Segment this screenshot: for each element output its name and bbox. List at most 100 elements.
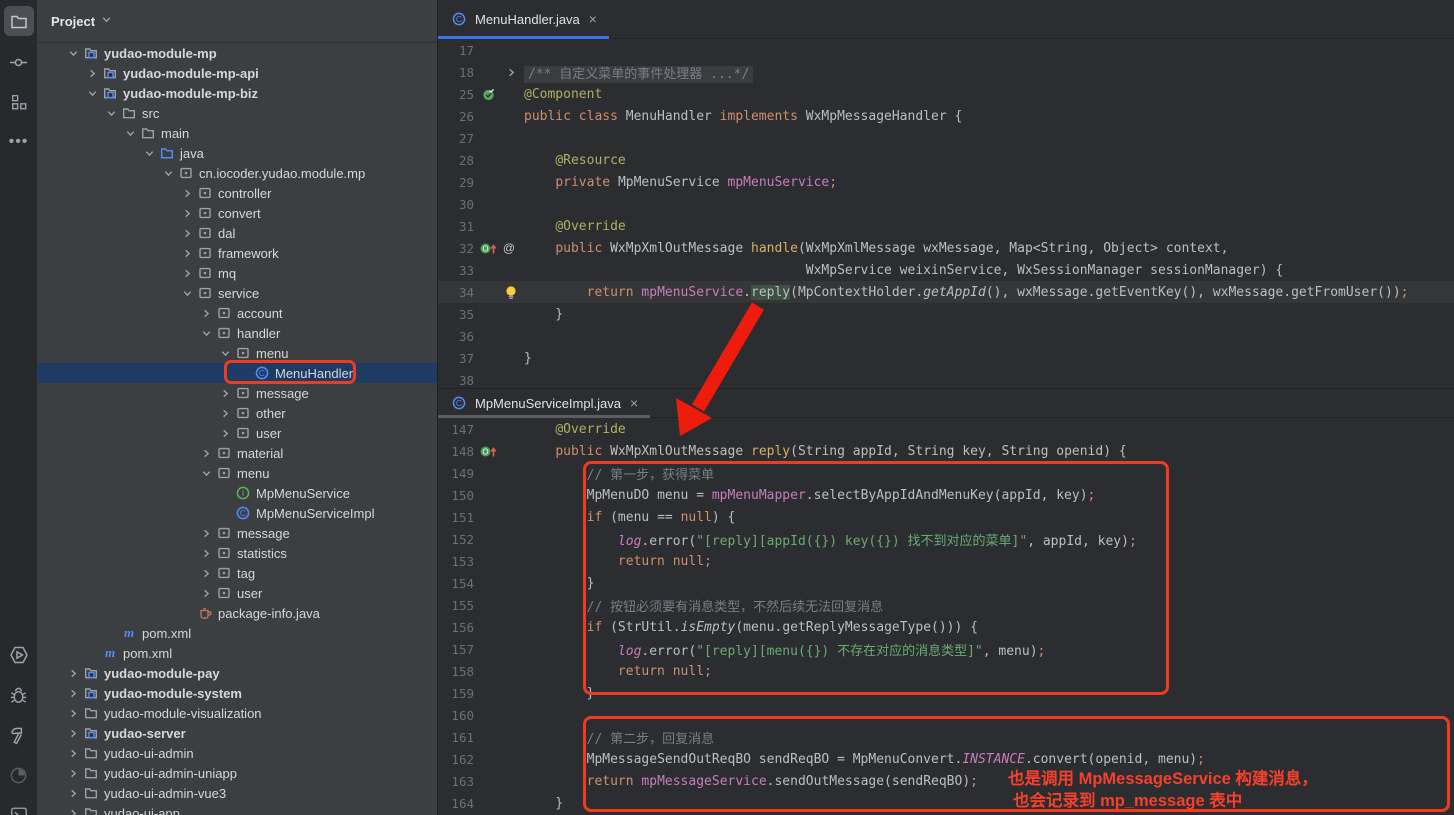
code-line-156[interactable]: 156 if (StrUtil.isEmpty(menu.getReplyMes… <box>438 616 1454 638</box>
tree-item-service[interactable]: service <box>37 283 437 303</box>
tree-item-menuhandler[interactable]: CMenuHandler <box>37 363 437 383</box>
code-line-28[interactable]: 28 @Resource <box>438 149 1454 171</box>
chevron-right-icon[interactable] <box>197 585 215 601</box>
tree-item-yudao-ui-admin-vue3[interactable]: yudao-ui-admin-vue3 <box>37 783 437 803</box>
tree-item-mpmenuservice[interactable]: IMpMenuService <box>37 483 437 503</box>
code-line-163[interactable]: 163 return mpMessageService.sendOutMessa… <box>438 770 1454 792</box>
tree-item-yudao-module-mp[interactable]: yudao-module-mp <box>37 43 437 63</box>
chevron-down-icon[interactable] <box>64 45 82 61</box>
tree-item-menu[interactable]: menu <box>37 343 437 363</box>
code-line-161[interactable]: 161 // 第二步，回复消息 <box>438 726 1454 748</box>
activity-button-commit[interactable] <box>0 47 37 77</box>
tree-item-yudao-module-system[interactable]: yudao-module-system <box>37 683 437 703</box>
chevron-right-icon[interactable] <box>64 725 82 741</box>
code-line-164[interactable]: 164 } <box>438 792 1454 814</box>
chevron-right-icon[interactable] <box>178 185 196 201</box>
tree-item-user[interactable]: user <box>37 583 437 603</box>
tree-item-other[interactable]: other <box>37 403 437 423</box>
code-line-37[interactable]: 37} <box>438 347 1454 369</box>
code-line-27[interactable]: 27 <box>438 127 1454 149</box>
tree-item-src[interactable]: src <box>37 103 437 123</box>
code-line-34[interactable]: 34 return mpMenuService.reply(MpContextH… <box>438 281 1454 303</box>
tree-item-package-info-java[interactable]: package-info.java <box>37 603 437 623</box>
code-line-36[interactable]: 36 <box>438 325 1454 347</box>
chevron-down-icon[interactable] <box>101 12 112 30</box>
activity-button-structure[interactable] <box>0 87 37 117</box>
chevron-down-icon[interactable] <box>197 465 215 481</box>
code-line-151[interactable]: 151 if (menu == null) { <box>438 506 1454 528</box>
tree-item-framework[interactable]: framework <box>37 243 437 263</box>
tree-item-handler[interactable]: handler <box>37 323 437 343</box>
code-line-147[interactable]: 147 @Override <box>438 418 1454 440</box>
chevron-down-icon[interactable] <box>216 345 234 361</box>
chevron-right-icon[interactable] <box>197 565 215 581</box>
chevron-down-icon[interactable] <box>102 105 120 121</box>
chevron-right-icon[interactable] <box>197 525 215 541</box>
tree-item-convert[interactable]: convert <box>37 203 437 223</box>
tree-item-dal[interactable]: dal <box>37 223 437 243</box>
chevron-right-icon[interactable] <box>64 665 82 681</box>
tree-item-yudao-ui-admin[interactable]: yudao-ui-admin <box>37 743 437 763</box>
close-tab-icon[interactable]: × <box>587 10 599 28</box>
chevron-right-icon[interactable] <box>197 305 215 321</box>
tree-item-pom-xml[interactable]: mpom.xml <box>37 643 437 663</box>
tree-item-message[interactable]: message <box>37 523 437 543</box>
chevron-right-icon[interactable] <box>178 245 196 261</box>
chevron-right-icon[interactable] <box>216 405 234 421</box>
code-line-152[interactable]: 152 log.error("[reply][appId({}) key({})… <box>438 528 1454 550</box>
code-line-33[interactable]: 33 WxMpService weixinService, WxSessionM… <box>438 259 1454 281</box>
chevron-right-icon[interactable] <box>178 225 196 241</box>
code-line-32[interactable]: 32O@ public WxMpXmlOutMessage handle(WxM… <box>438 237 1454 259</box>
chevron-right-icon[interactable] <box>83 65 101 81</box>
tree-item-menu[interactable]: menu <box>37 463 437 483</box>
chevron-down-icon[interactable] <box>159 165 177 181</box>
bulb-icon[interactable] <box>502 284 520 300</box>
chevron-right-icon[interactable] <box>64 705 82 721</box>
tree-item-yudao-ui-admin-uniapp[interactable]: yudao-ui-admin-uniapp <box>37 763 437 783</box>
code-line-29[interactable]: 29 private MpMenuService mpMenuService; <box>438 171 1454 193</box>
code-line-158[interactable]: 158 return null; <box>438 660 1454 682</box>
activity-button-terminal[interactable] <box>0 800 37 815</box>
tree-item-yudao-module-pay[interactable]: yudao-module-pay <box>37 663 437 683</box>
tab-menuhandler[interactable]: C MenuHandler.java × <box>438 0 609 38</box>
tree-item-mpmenuserviceimpl[interactable]: CMpMenuServiceImpl <box>37 503 437 523</box>
code-line-148[interactable]: 148O public WxMpXmlOutMessage reply(Stri… <box>438 440 1454 462</box>
tree-item-pom-xml[interactable]: mpom.xml <box>37 623 437 643</box>
activity-button-profiler[interactable] <box>0 760 37 790</box>
code-line-159[interactable]: 159 } <box>438 682 1454 704</box>
code-line-35[interactable]: 35 } <box>438 303 1454 325</box>
tree-item-controller[interactable]: controller <box>37 183 437 203</box>
activity-button-run[interactable] <box>0 640 37 670</box>
activity-button-project-folder[interactable] <box>0 7 37 37</box>
tree-item-cn-iocoder-yudao-module-mp[interactable]: cn.iocoder.yudao.module.mp <box>37 163 437 183</box>
chevron-right-icon[interactable] <box>178 205 196 221</box>
activity-button-debug[interactable] <box>0 680 37 710</box>
code-line-155[interactable]: 155 // 按钮必须要有消息类型，不然后续无法回复消息 <box>438 594 1454 616</box>
tab-mpmenuserviceimpl[interactable]: C MpMenuServiceImpl.java × <box>438 389 650 417</box>
tree-item-main[interactable]: main <box>37 123 437 143</box>
chevron-right-icon[interactable] <box>64 785 82 801</box>
activity-button-more-dots[interactable]: ••• <box>0 127 37 157</box>
code-line-17[interactable]: 17 <box>438 39 1454 61</box>
tree-item-java[interactable]: java <box>37 143 437 163</box>
code-line-26[interactable]: 26public class MenuHandler implements Wx… <box>438 105 1454 127</box>
code-line-38[interactable]: 38 <box>438 369 1454 388</box>
activity-button-build[interactable] <box>0 720 37 750</box>
chevron-right-icon[interactable] <box>64 805 82 815</box>
code-line-18[interactable]: 18/** 自定义菜单的事件处理器 ...*/ <box>438 61 1454 83</box>
code-line-153[interactable]: 153 return null; <box>438 550 1454 572</box>
tree-item-statistics[interactable]: statistics <box>37 543 437 563</box>
code-line-154[interactable]: 154 } <box>438 572 1454 594</box>
tree-item-mq[interactable]: mq <box>37 263 437 283</box>
code-line-157[interactable]: 157 log.error("[reply][menu({}) 不存在对应的消息… <box>438 638 1454 660</box>
chevron-down-icon[interactable] <box>83 85 101 101</box>
code-line-162[interactable]: 162 MpMessageSendOutReqBO sendReqBO = Mp… <box>438 748 1454 770</box>
code-line-25[interactable]: 25@Component <box>438 83 1454 105</box>
chevron-down-icon[interactable] <box>121 125 139 141</box>
chevron-right-icon[interactable] <box>197 545 215 561</box>
code-line-30[interactable]: 30 <box>438 193 1454 215</box>
code-line-160[interactable]: 160 <box>438 704 1454 726</box>
chevron-right-icon[interactable] <box>216 425 234 441</box>
chevron-right-icon[interactable] <box>178 265 196 281</box>
tree-item-account[interactable]: account <box>37 303 437 323</box>
